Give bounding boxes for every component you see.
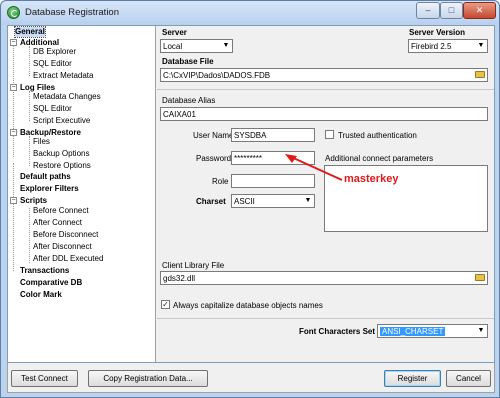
password-value: ********* [234, 154, 263, 163]
chevron-down-icon: ▼ [477, 327, 485, 334]
annotation-text: masterkey [344, 173, 399, 185]
tree-guide-line [13, 42, 14, 157]
tree-guide-line [29, 208, 30, 263]
title-bar[interactable]: Database Registration – □ ✕ [1, 1, 499, 25]
tree-guide-line [29, 46, 30, 76]
maximize-button[interactable]: □ [440, 2, 463, 19]
client-library-label: Client Library File [162, 261, 225, 270]
database-file-input[interactable]: C:\CxVIP\Dados\DADOS.FDB [160, 68, 488, 82]
tree-item-sql-editor[interactable]: SQL Editor [33, 59, 72, 69]
tree-item-comparative-db[interactable]: Comparative DB [20, 278, 82, 288]
font-charset-value: ANSI_CHARSET [380, 327, 446, 336]
tree-item-explorer-filters[interactable]: Explorer Filters [20, 184, 79, 194]
server-version-label: Server Version [409, 28, 466, 37]
font-charset-combo[interactable]: ANSI_CHARSET ▼ [377, 324, 488, 338]
minimize-button[interactable]: – [416, 2, 440, 19]
server-combo[interactable]: Local ▼ [160, 39, 233, 53]
tree-guide-line [29, 91, 30, 121]
server-version-combo[interactable]: Firebird 2.5 ▼ [408, 39, 488, 53]
tree-item-backup-options[interactable]: Backup Options [33, 149, 89, 159]
general-settings-panel: Server Local ▼ Server Version Firebird 2… [157, 26, 494, 362]
client-library-input[interactable]: gds32.dll [160, 271, 488, 285]
open-folder-icon[interactable] [475, 274, 485, 281]
tree-item-default-paths[interactable]: Default paths [20, 172, 71, 182]
close-button[interactable]: ✕ [463, 2, 496, 19]
open-folder-icon[interactable] [475, 71, 485, 78]
tree-item-scripts[interactable]: Scripts [20, 196, 47, 206]
register-button[interactable]: Register [384, 370, 441, 387]
capitalize-checkbox[interactable]: ✓ [161, 300, 170, 309]
server-label: Server [162, 28, 187, 37]
annotation-arrow-icon [285, 154, 343, 181]
divider [157, 318, 494, 319]
window-title: Database Registration [25, 7, 119, 18]
tree-item-before-connect[interactable]: Before Connect [33, 206, 89, 216]
tree-item-files[interactable]: Files [33, 137, 50, 147]
trusted-auth-label: Trusted authentication [338, 131, 417, 140]
tree-item-metadata-changes[interactable]: Metadata Changes [33, 92, 101, 102]
tree-item-db-explorer[interactable]: DB Explorer [33, 47, 76, 57]
chevron-down-icon: ▼ [222, 42, 230, 49]
divider [157, 89, 494, 90]
server-version-value: Firebird 2.5 [411, 42, 452, 51]
tree-item-restore-options[interactable]: Restore Options [33, 161, 91, 171]
tree-item-script-executive[interactable]: Script Executive [33, 116, 90, 126]
tree-item-after-ddl-executed[interactable]: After DDL Executed [33, 254, 103, 264]
collapse-icon[interactable]: − [10, 129, 17, 136]
tree-item-backup-restore[interactable]: Backup/Restore [20, 128, 81, 138]
app-icon [7, 6, 20, 19]
client-library-value: gds32.dll [163, 274, 196, 283]
dialog-client-area: General − Additional DB Explorer SQL Edi… [7, 25, 495, 363]
tree-guide-line [29, 136, 30, 166]
chevron-down-icon: ▼ [477, 42, 485, 49]
charset-value: ASCII [234, 197, 255, 206]
server-value: Local [163, 42, 183, 51]
collapse-icon[interactable]: − [10, 39, 17, 46]
role-label: Role [212, 177, 229, 186]
tree-item-transactions[interactable]: Transactions [20, 266, 69, 276]
database-alias-label: Database Alias [162, 96, 216, 105]
tree-item-after-connect[interactable]: After Connect [33, 218, 82, 228]
database-alias-value: CAIXA01 [163, 110, 196, 119]
trusted-auth-checkbox[interactable] [325, 130, 334, 139]
font-charset-label: Font Characters Set [299, 327, 376, 336]
category-tree: General − Additional DB Explorer SQL Edi… [8, 26, 156, 362]
copy-registration-button[interactable]: Copy Registration Data... [88, 370, 208, 387]
tree-item-general[interactable]: General [14, 26, 46, 38]
cancel-button[interactable]: Cancel [446, 370, 491, 387]
capitalize-label: Always capitalize database objects names [173, 301, 323, 310]
password-label: Password [196, 154, 232, 163]
dialog-button-bar: Test Connect Copy Registration Data... R… [7, 363, 495, 393]
test-connect-button[interactable]: Test Connect [11, 370, 78, 387]
database-registration-window: Database Registration – □ ✕ General − Ad… [0, 0, 500, 398]
charset-combo[interactable]: ASCII ▼ [231, 194, 315, 208]
collapse-icon[interactable]: − [10, 84, 17, 91]
tree-guide-line [13, 163, 14, 271]
user-name-value: SYSDBA [234, 131, 267, 140]
database-alias-input[interactable]: CAIXA01 [160, 107, 488, 121]
charset-label: Charset [196, 197, 226, 206]
tree-item-log-sql-editor[interactable]: SQL Editor [33, 104, 72, 114]
user-name-input[interactable]: SYSDBA [231, 128, 315, 142]
tree-item-color-mark[interactable]: Color Mark [20, 290, 62, 300]
tree-item-after-disconnect[interactable]: After Disconnect [33, 242, 92, 252]
collapse-icon[interactable]: − [10, 197, 17, 204]
database-file-label: Database File [162, 57, 214, 66]
chevron-down-icon: ▼ [304, 197, 312, 204]
user-name-label: User Name [193, 131, 234, 140]
tree-item-before-disconnect[interactable]: Before Disconnect [33, 230, 98, 240]
database-file-value: C:\CxVIP\Dados\DADOS.FDB [163, 71, 271, 80]
tree-item-extract-metadata[interactable]: Extract Metadata [33, 71, 93, 81]
